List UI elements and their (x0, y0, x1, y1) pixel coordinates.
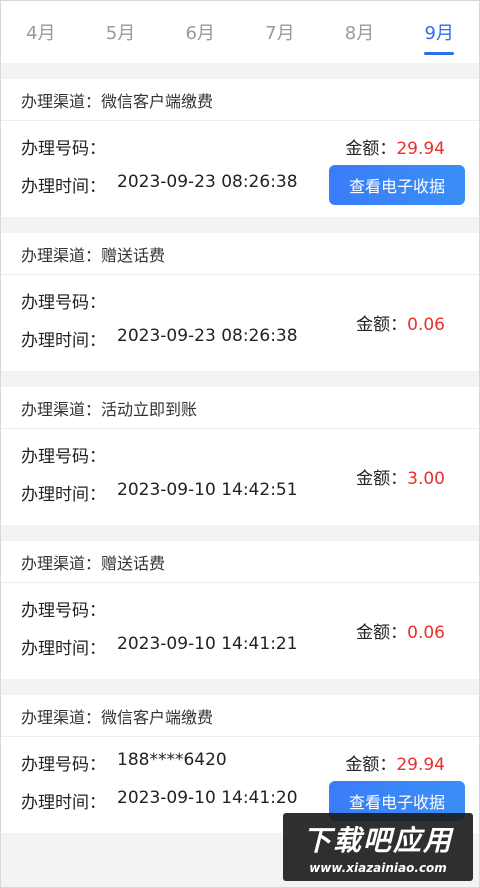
time-row: 办理时间： 2023-09-10 14:41:20 (21, 788, 298, 813)
amount-value: 29.94 (396, 139, 445, 159)
record-body: 办理号码： 办理时间： 2023-09-10 14:41:21 金额：0.06 (1, 583, 479, 679)
number-row: 办理号码： 188****6420 (21, 750, 227, 775)
channel-value: 微信客户端缴费 (101, 91, 214, 111)
number-row: 办理号码： (21, 134, 117, 159)
channel-value: 赠送话费 (101, 553, 166, 573)
time-value: 2023-09-10 14:41:21 (117, 634, 298, 654)
tab-june[interactable]: 6月 (160, 1, 240, 63)
amount: 金额：0.06 (356, 310, 445, 335)
time-value: 2023-09-10 14:41:20 (117, 788, 298, 808)
month-tabs: 4月 5月 6月 7月 8月 9月 (1, 1, 479, 63)
number-label: 办理号码： (21, 601, 106, 621)
time-label: 办理时间： (21, 639, 106, 659)
number-row: 办理号码： (21, 596, 117, 621)
site-watermark: 下载吧应用 www.xiazainiao.com (283, 813, 473, 881)
channel-value: 活动立即到账 (101, 399, 198, 419)
amount-value: 29.94 (396, 755, 445, 775)
watermark-title: 下载吧应用 (302, 824, 453, 857)
record-body: 办理号码： 办理时间： 2023-09-23 08:26:38 金额：0.06 (1, 275, 479, 371)
amount-label: 金额： (345, 755, 397, 775)
tab-september[interactable]: 9月 (399, 1, 479, 63)
amount: 金额：29.94 (345, 750, 445, 775)
number-row: 办理号码： (21, 288, 117, 313)
time-value: 2023-09-23 08:26:38 (117, 172, 298, 192)
amount-value: 0.06 (407, 623, 445, 643)
record-list: 办理渠道： 微信客户端缴费 办理号码： 办理时间： 2023-09-23 08:… (1, 63, 479, 833)
time-label: 办理时间： (21, 177, 106, 197)
amount-label: 金额： (345, 139, 397, 159)
record-card: 办理渠道： 活动立即到账 办理号码： 办理时间： 2023-09-10 14:4… (1, 387, 479, 525)
channel-row: 办理渠道： 微信客户端缴费 (1, 695, 479, 737)
tab-august[interactable]: 8月 (320, 1, 400, 63)
amount-label: 金额： (356, 623, 408, 643)
channel-label: 办理渠道： (21, 707, 102, 727)
time-row: 办理时间： 2023-09-23 08:26:38 (21, 172, 298, 197)
channel-label: 办理渠道： (21, 91, 102, 111)
time-value: 2023-09-23 08:26:38 (117, 326, 298, 346)
time-value: 2023-09-10 14:42:51 (117, 480, 298, 500)
number-value: 188****6420 (117, 750, 227, 770)
amount: 金额：3.00 (356, 464, 445, 489)
amount-label: 金额： (356, 315, 408, 335)
amount: 金额：0.06 (356, 618, 445, 643)
watermark-url: www.xiazainiao.com (309, 861, 447, 875)
time-row: 办理时间： 2023-09-23 08:26:38 (21, 326, 298, 351)
channel-row: 办理渠道： 赠送话费 (1, 233, 479, 275)
record-card: 办理渠道： 赠送话费 办理号码： 办理时间： 2023-09-23 08:26:… (1, 233, 479, 371)
amount-value: 0.06 (407, 315, 445, 335)
time-row: 办理时间： 2023-09-10 14:41:21 (21, 634, 298, 659)
record-card: 办理渠道： 微信客户端缴费 办理号码： 办理时间： 2023-09-23 08:… (1, 79, 479, 217)
number-label: 办理号码： (21, 139, 106, 159)
amount: 金额：29.94 (345, 134, 445, 159)
number-label: 办理号码： (21, 447, 106, 467)
channel-value: 微信客户端缴费 (101, 707, 214, 727)
channel-label: 办理渠道： (21, 245, 102, 265)
time-label: 办理时间： (21, 485, 106, 505)
number-row: 办理号码： (21, 442, 117, 467)
tab-april[interactable]: 4月 (1, 1, 81, 63)
view-receipt-button[interactable]: 查看电子收据 (329, 165, 465, 205)
channel-row: 办理渠道： 活动立即到账 (1, 387, 479, 429)
channel-row: 办理渠道： 赠送话费 (1, 541, 479, 583)
record-body: 办理号码： 办理时间： 2023-09-23 08:26:38 金额：29.94… (1, 121, 479, 217)
number-label: 办理号码： (21, 755, 106, 775)
amount-label: 金额： (356, 469, 408, 489)
amount-value: 3.00 (407, 469, 445, 489)
channel-label: 办理渠道： (21, 553, 102, 573)
tab-july[interactable]: 7月 (240, 1, 320, 63)
channel-label: 办理渠道： (21, 399, 102, 419)
time-label: 办理时间： (21, 793, 106, 813)
record-card: 办理渠道： 赠送话费 办理号码： 办理时间： 2023-09-10 14:41:… (1, 541, 479, 679)
time-label: 办理时间： (21, 331, 106, 351)
channel-row: 办理渠道： 微信客户端缴费 (1, 79, 479, 121)
tab-may[interactable]: 5月 (81, 1, 161, 63)
channel-value: 赠送话费 (101, 245, 166, 265)
time-row: 办理时间： 2023-09-10 14:42:51 (21, 480, 298, 505)
record-body: 办理号码： 办理时间： 2023-09-10 14:42:51 金额：3.00 (1, 429, 479, 525)
number-label: 办理号码： (21, 293, 106, 313)
